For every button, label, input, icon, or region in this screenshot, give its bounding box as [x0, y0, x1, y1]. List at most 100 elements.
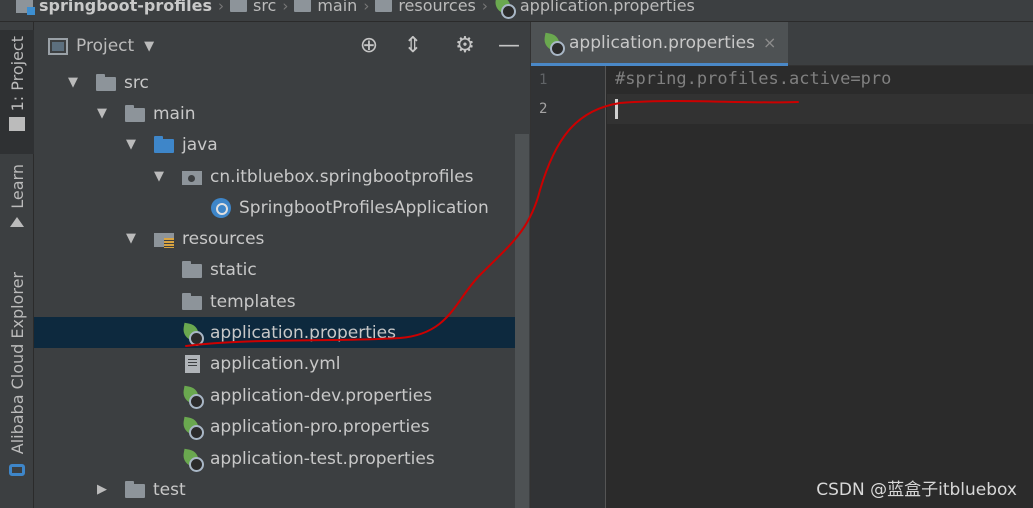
chevron-right-icon[interactable]: ▶: [95, 482, 109, 497]
tree-item-package[interactable]: ▼ cn.itbluebox.springbootprofiles: [34, 161, 516, 192]
tab-label: application.properties: [569, 32, 755, 53]
tree-item-label: application-test.properties: [210, 448, 435, 469]
breadcrumb-item-resources[interactable]: › resources: [357, 0, 476, 17]
tree-item-templates[interactable]: ▼ templates: [34, 286, 516, 317]
breadcrumb-label: main: [317, 0, 358, 15]
tree-item-application-test[interactable]: ▼ application-test.properties: [34, 443, 516, 474]
breadcrumb-label: resources: [398, 0, 476, 15]
tree-item-resources[interactable]: ▼ resources: [34, 223, 516, 254]
spring-properties-icon: [182, 323, 204, 346]
folder-icon: [182, 261, 202, 278]
tree-item-static[interactable]: ▼ static: [34, 254, 516, 285]
navigation-breadcrumb: springboot-profiles › src › main › resou…: [0, 0, 1033, 22]
package-icon: [182, 168, 202, 185]
chevron-right-icon: ›: [481, 0, 488, 15]
spring-app-icon: [211, 197, 231, 218]
watermark: CSDN @蓝盒子itbluebox: [816, 480, 1017, 500]
breadcrumb-label: src: [252, 0, 277, 15]
caret-line-highlight: [607, 94, 1033, 124]
tree-item-label: application.yml: [210, 353, 341, 374]
spring-properties-icon: [182, 386, 204, 409]
tree-item-main[interactable]: ▼ main: [34, 98, 516, 129]
hide-icon[interactable]: —: [498, 35, 520, 57]
tree-item-application-pro[interactable]: ▼ application-pro.properties: [34, 411, 516, 442]
locate-icon[interactable]: ⊕: [358, 35, 380, 57]
tool-window-label: Alibaba Cloud Explorer: [7, 272, 27, 455]
alibaba-cloud-icon: [9, 464, 25, 477]
code-editor[interactable]: #spring.profiles.active=pro: [607, 66, 1033, 508]
yaml-file-icon: [182, 355, 202, 373]
tree-item-application-yml[interactable]: ▼ application.yml: [34, 348, 516, 379]
tool-window-label: Learn: [7, 164, 27, 209]
resources-folder-icon: [375, 0, 393, 12]
tool-window-learn[interactable]: Learn: [0, 164, 34, 244]
project-view-icon: [48, 37, 68, 55]
tree-item-label: application-dev.properties: [210, 385, 433, 406]
line-number: 1: [539, 72, 548, 88]
tree-item-label: static: [210, 259, 257, 280]
chevron-right-icon: ›: [217, 0, 224, 15]
editor-area: application.properties × 1 2 #spring.pro…: [530, 22, 1033, 508]
line-number: 2: [539, 101, 548, 117]
tree-item-label: cn.itbluebox.springbootprofiles: [210, 166, 474, 187]
tree-item-label: application.properties: [210, 322, 396, 343]
folder-icon: [125, 481, 145, 498]
tree-item-label: SpringbootProfilesApplication: [239, 197, 489, 218]
tool-window-project[interactable]: 1: Project: [0, 30, 34, 154]
folder-icon: [229, 0, 247, 12]
tree-item-src[interactable]: ▼ src: [34, 67, 516, 98]
text-cursor: [615, 99, 618, 119]
line-number-gutter: 1 2: [531, 66, 606, 508]
tree-item-label: src: [124, 72, 149, 93]
breadcrumb-item-src[interactable]: › src: [212, 0, 276, 17]
close-icon[interactable]: ×: [763, 33, 776, 52]
folder-icon: [294, 0, 312, 12]
tab-application-properties[interactable]: application.properties ×: [531, 22, 788, 66]
panel-toolbar: ⊕ ⇕ ⚙ —: [358, 22, 530, 70]
spring-properties-icon: [182, 417, 204, 440]
collapse-all-icon[interactable]: ⇕: [402, 35, 424, 57]
spring-properties-icon: [182, 449, 204, 472]
module-icon: [16, 0, 35, 15]
chevron-right-icon: ›: [363, 0, 370, 15]
folder-icon: [9, 117, 25, 132]
breadcrumb-label: springboot-profiles: [39, 0, 212, 15]
folder-icon: [125, 105, 145, 122]
chevron-down-icon[interactable]: ▼: [95, 106, 109, 121]
tree-item-application-class[interactable]: ▼ SpringbootProfilesApplication: [34, 192, 516, 223]
chevron-down-icon[interactable]: ▼: [124, 137, 138, 152]
gear-icon[interactable]: ⚙: [454, 35, 476, 57]
tool-window-label: 1: Project: [7, 36, 27, 112]
tree-item-label: templates: [210, 291, 296, 312]
chevron-down-icon[interactable]: ▼: [152, 169, 166, 184]
breadcrumb-item-project[interactable]: springboot-profiles: [16, 0, 212, 17]
tree-scrollbar[interactable]: [515, 134, 529, 508]
chevron-right-icon: ›: [282, 0, 289, 15]
folder-icon: [96, 74, 116, 91]
breadcrumb-label: application.properties: [519, 0, 695, 15]
project-panel-title: Project: [76, 36, 135, 56]
folder-icon: [182, 293, 202, 310]
chevron-down-icon[interactable]: ▼: [124, 231, 138, 246]
tree-item-label: test: [153, 479, 186, 500]
tree-item-test[interactable]: ▶ test: [34, 474, 516, 505]
tree-item-application-properties[interactable]: ▼ application.properties: [34, 317, 516, 348]
tree-item-application-dev[interactable]: ▼ application-dev.properties: [34, 380, 516, 411]
tree-item-label: main: [153, 103, 196, 124]
tree-item-label: java: [182, 134, 218, 155]
graduation-cap-icon: [10, 215, 24, 227]
spring-properties-icon: [494, 0, 516, 19]
chevron-down-icon[interactable]: ▼: [66, 75, 80, 90]
tree-item-java[interactable]: ▼ java: [34, 129, 516, 160]
resources-folder-icon: [154, 230, 174, 248]
tool-window-alibaba-cloud-explorer[interactable]: Alibaba Cloud Explorer: [0, 272, 34, 496]
code-line: #spring.profiles.active=pro: [615, 69, 892, 89]
tool-window-strip: 1: Project Learn Alibaba Cloud Explorer: [0, 22, 34, 508]
breadcrumb-item-file[interactable]: › application.properties: [476, 0, 695, 19]
tree-item-label: application-pro.properties: [210, 416, 430, 437]
project-view-selector[interactable]: Project ▼: [48, 36, 154, 56]
project-panel: Project ▼ ⊕ ⇕ ⚙ — ▼ src ▼ main ▼ java ▼: [34, 22, 530, 508]
spring-properties-icon: [543, 33, 565, 56]
breadcrumb-item-main[interactable]: › main: [276, 0, 357, 17]
editor-tab-bar: application.properties ×: [531, 22, 1033, 66]
